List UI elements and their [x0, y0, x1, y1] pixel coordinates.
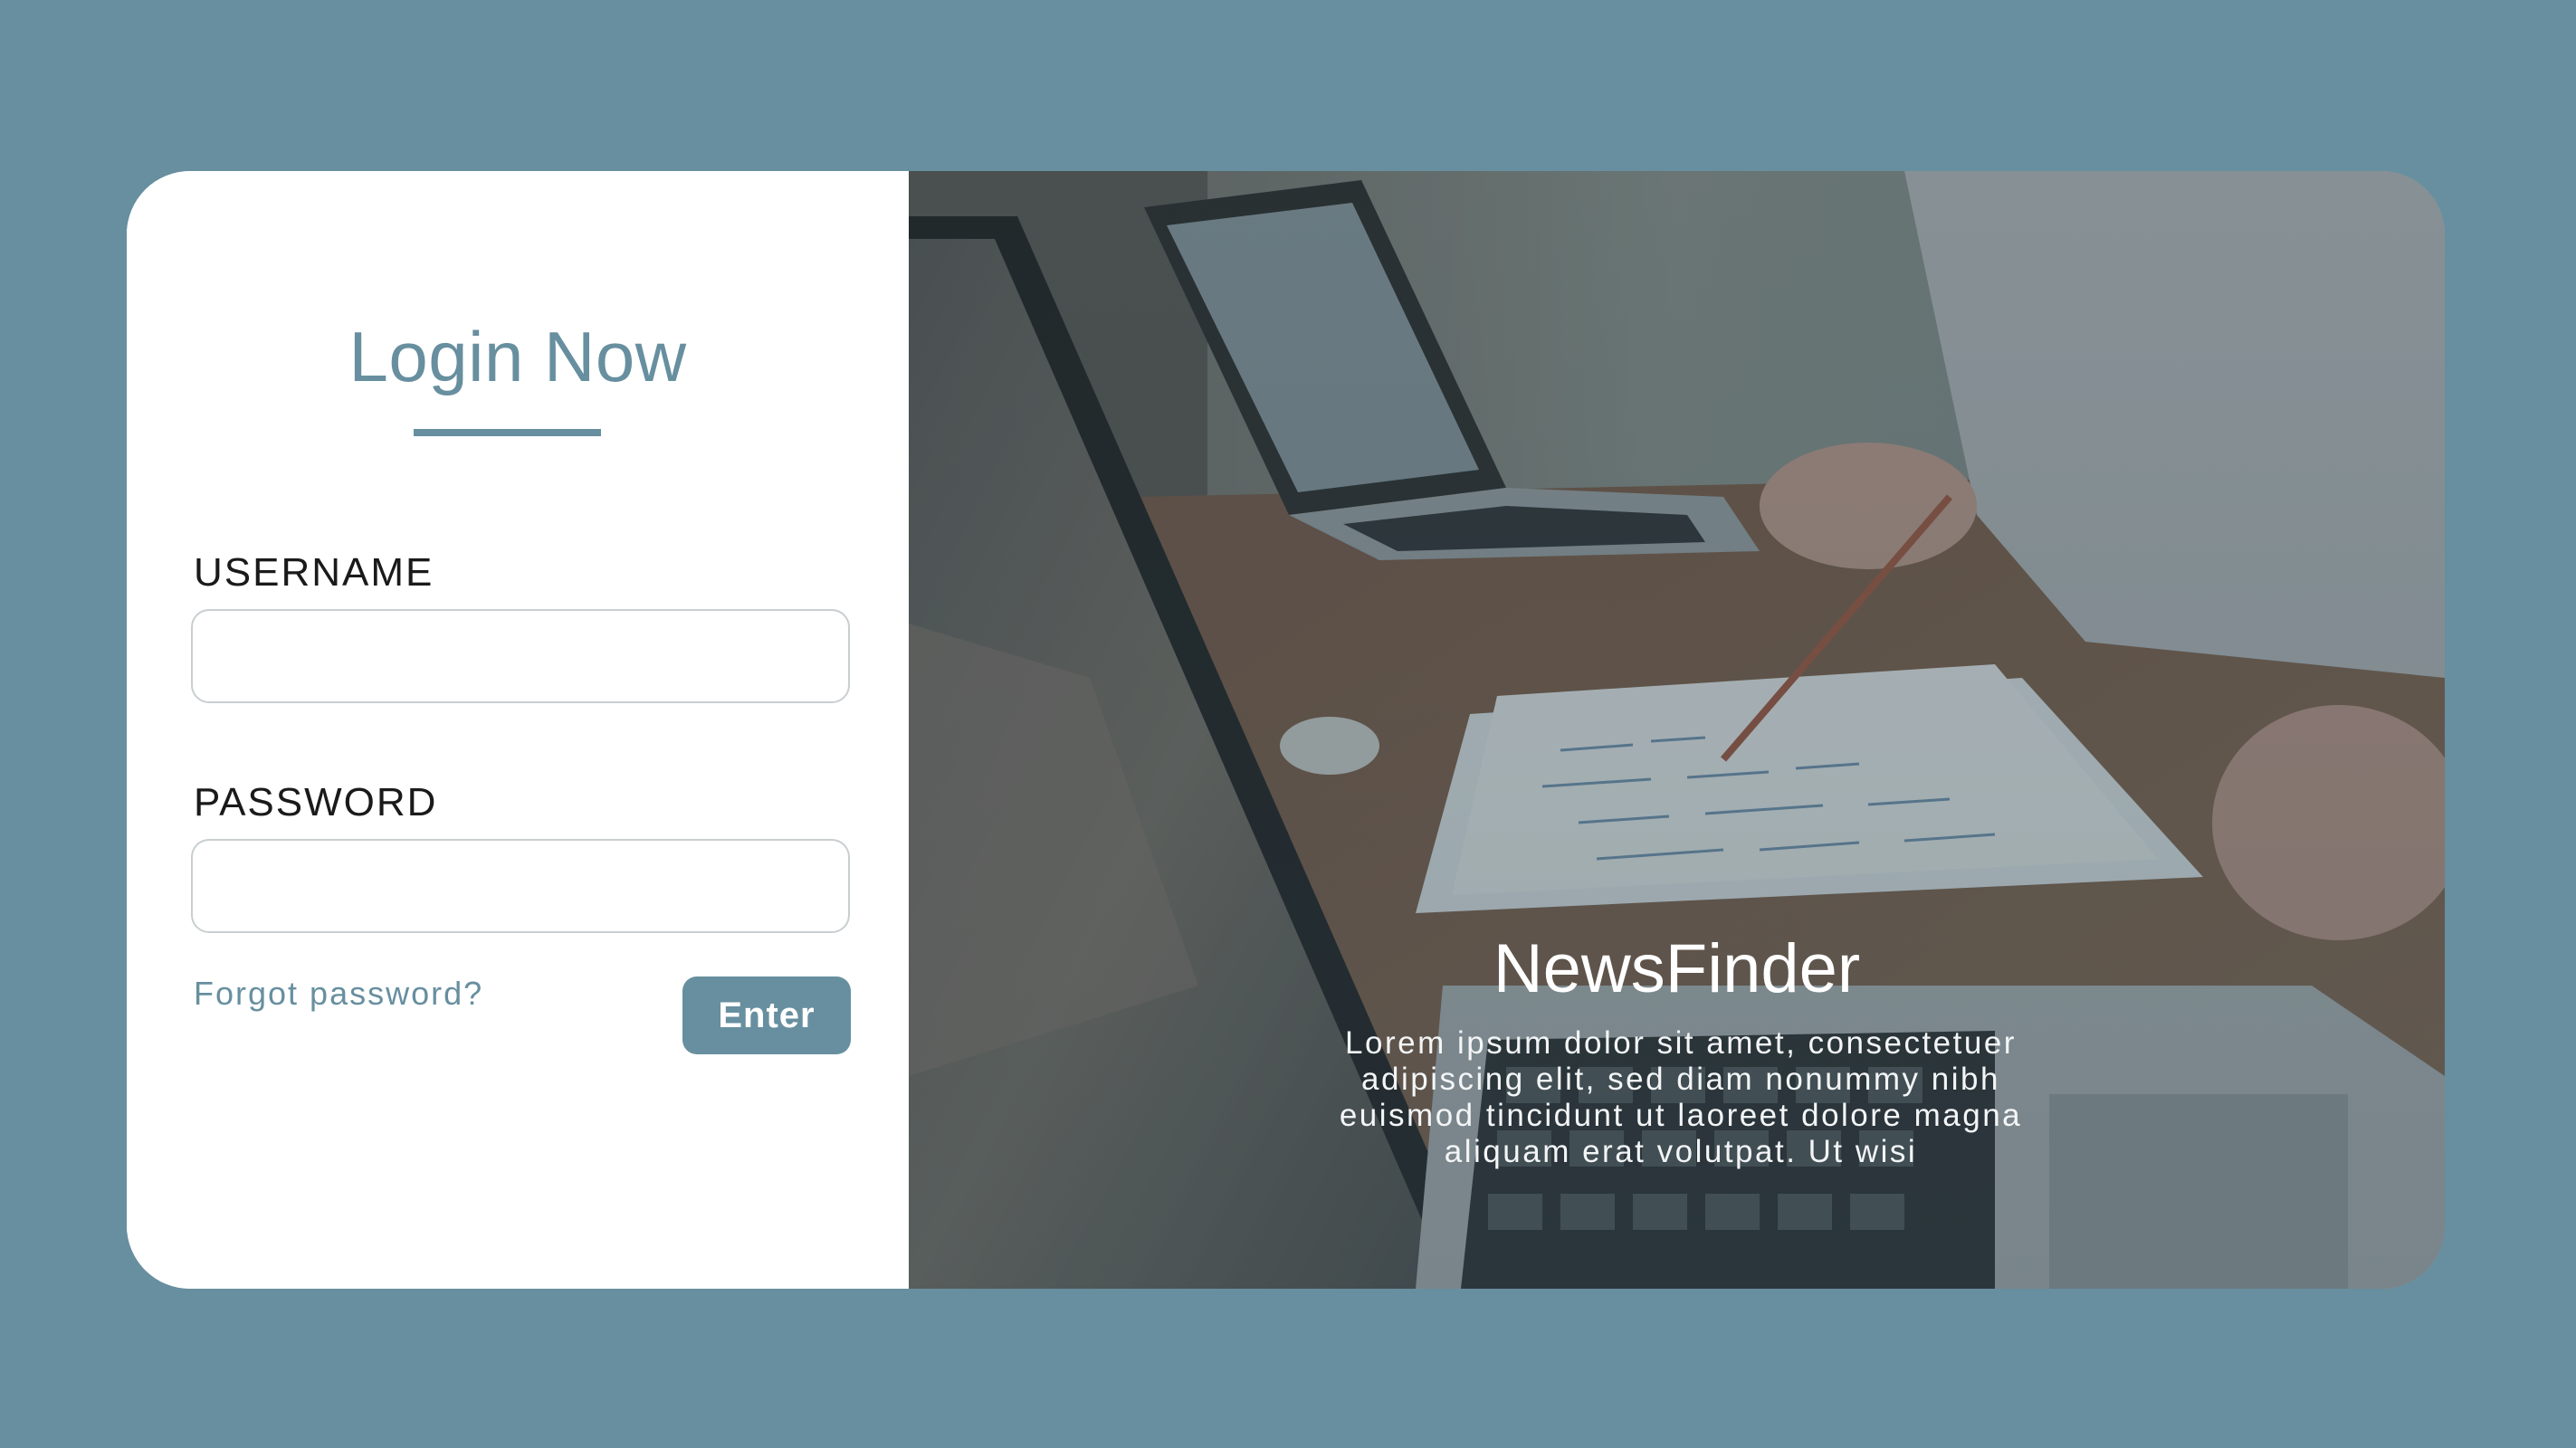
page-title: Login Now	[348, 317, 687, 396]
username-label: USERNAME	[194, 550, 434, 595]
enter-button[interactable]: Enter	[682, 976, 851, 1054]
hero-photo: NewsFinder Lorem ipsum dolor sit amet, c…	[909, 171, 2445, 1289]
brand-name: NewsFinder	[1493, 930, 1861, 1007]
password-label: PASSWORD	[194, 780, 438, 824]
brand-description: Lorem ipsum dolor sit amet, consectetuer…	[1339, 1025, 2023, 1169]
forgot-password-link[interactable]: Forgot password?	[194, 975, 483, 1013]
login-panel: Login Now USERNAME PASSWORD Forgot passw…	[127, 171, 909, 1289]
username-input[interactable]	[191, 609, 850, 703]
title-underline	[414, 429, 601, 436]
login-card: Login Now USERNAME PASSWORD Forgot passw…	[127, 171, 2445, 1289]
password-input[interactable]	[191, 839, 850, 933]
